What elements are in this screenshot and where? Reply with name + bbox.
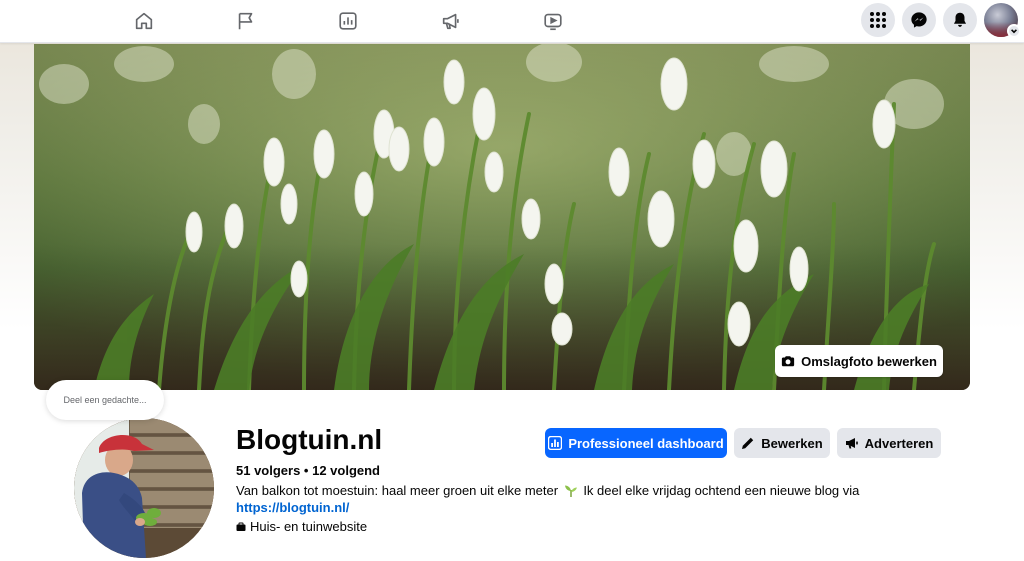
nav-tab-video[interactable] xyxy=(538,6,568,36)
bio-text-second: Ik deel elke vrijdag ochtend een nieuwe … xyxy=(583,483,860,498)
apps-menu-button[interactable] xyxy=(861,3,895,37)
bio-website-link[interactable]: https://blogtuin.nl/ xyxy=(236,500,349,515)
followers-count[interactable]: 51 volgers • 12 volgend xyxy=(236,463,380,478)
messenger-icon xyxy=(911,12,927,28)
nav-tab-insights[interactable] xyxy=(333,6,363,36)
chevron-down-icon xyxy=(1011,29,1017,34)
edit-cover-photo-label: Omslagfoto bewerken xyxy=(801,353,937,369)
camera-icon xyxy=(781,356,795,367)
home-icon xyxy=(135,12,153,30)
top-navigation-bar xyxy=(0,0,1024,43)
share-thought-placeholder: Deel een gedachte... xyxy=(63,395,147,405)
megaphone-icon xyxy=(845,438,858,449)
sprout-icon xyxy=(564,485,577,497)
cover-photo[interactable]: Omslagfoto bewerken xyxy=(34,44,970,390)
bio-text: Van balkon tot moestuin: haal meer groen… xyxy=(236,483,559,498)
bar-chart-icon xyxy=(339,12,357,30)
nav-tab-home[interactable] xyxy=(129,6,159,36)
apps-grid-icon xyxy=(870,12,886,28)
edit-cover-photo-button[interactable]: Omslagfoto bewerken xyxy=(775,345,943,377)
briefcase-icon xyxy=(236,522,246,531)
nav-tab-flag[interactable] xyxy=(231,6,261,36)
nav-tab-ads[interactable] xyxy=(436,6,466,36)
page-bio: Van balkon tot moestuin: haal meer groen… xyxy=(236,482,936,516)
professional-dashboard-button[interactable]: Professioneel dashboard xyxy=(545,428,727,458)
bell-icon xyxy=(953,12,967,27)
megaphone-icon xyxy=(442,13,459,30)
advertise-button[interactable]: Adverteren xyxy=(837,428,941,458)
notifications-button[interactable] xyxy=(943,3,977,37)
video-play-icon xyxy=(544,13,562,31)
share-thought-note[interactable]: Deel een gedachte... xyxy=(46,380,164,420)
flag-icon xyxy=(238,12,253,30)
account-menu-chevron[interactable] xyxy=(1007,24,1021,38)
page-category: Huis- en tuinwebsite xyxy=(236,519,367,534)
page-category-label: Huis- en tuinwebsite xyxy=(250,519,368,534)
professional-dashboard-label: Professioneel dashboard xyxy=(568,435,724,451)
profile-picture[interactable] xyxy=(70,414,218,561)
advertise-label: Adverteren xyxy=(864,435,934,451)
edit-page-button[interactable]: Bewerken xyxy=(734,428,830,458)
pencil-icon xyxy=(742,437,754,449)
dashboard-bar-chart-icon xyxy=(548,436,563,450)
messenger-button[interactable] xyxy=(902,3,936,37)
edit-page-label: Bewerken xyxy=(761,435,823,451)
cover-photo-snowdrops-image xyxy=(34,44,970,390)
profile-photo-gardener-image xyxy=(74,418,214,558)
page-name: Blogtuin.nl xyxy=(236,424,383,455)
